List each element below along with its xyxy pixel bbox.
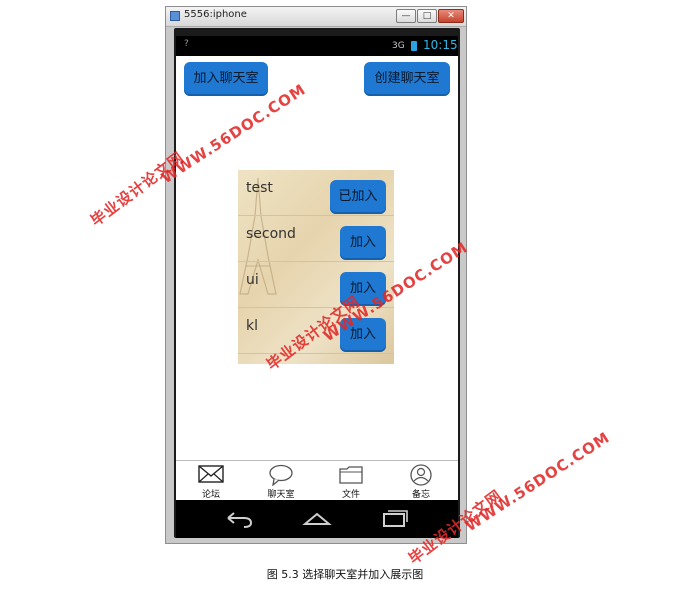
close-button[interactable]: ✕ xyxy=(438,9,464,23)
battery-icon xyxy=(411,41,417,51)
tab-label: 备忘 xyxy=(411,490,430,500)
home-icon[interactable] xyxy=(302,506,332,530)
status-bar: ? 3G 10:15 xyxy=(176,36,458,56)
status-time: 10:15 xyxy=(423,38,458,52)
minimize-button[interactable]: — xyxy=(396,9,416,23)
chatroom-name: kl xyxy=(246,318,258,334)
chatroom-name: second xyxy=(246,226,296,242)
chatroom-name: ui xyxy=(246,272,259,288)
app-icon xyxy=(170,11,180,21)
figure-caption: 图 5.3 选择聊天室并加入展示图 xyxy=(266,568,424,581)
list-item[interactable] xyxy=(238,354,394,364)
tab-label: 聊天室 xyxy=(267,490,295,500)
tab-chatroom[interactable]: 聊天室 xyxy=(246,461,316,501)
tab-memo[interactable]: 备忘 xyxy=(386,461,456,501)
recent-apps-icon[interactable] xyxy=(380,506,410,530)
signal-icon: 3G xyxy=(392,41,405,51)
user-circle-icon xyxy=(410,464,432,486)
tab-files[interactable]: 文件 xyxy=(316,461,386,501)
join-chatroom-button[interactable]: 加入聊天室 xyxy=(184,62,268,96)
join-button[interactable]: 加入 xyxy=(340,226,386,260)
chatroom-name: test xyxy=(246,180,273,196)
speech-bubble-icon xyxy=(269,464,293,486)
watermark-url: WWW.56DOC.COM xyxy=(462,428,614,536)
sim-indicator: ? xyxy=(184,39,189,49)
window-titlebar[interactable]: 5556:iphone — □ ✕ xyxy=(166,7,466,27)
tab-label: 文件 xyxy=(341,490,360,500)
bottom-tab-bar: 论坛 聊天室 文件 备忘 xyxy=(176,460,458,500)
tab-label: 论坛 xyxy=(201,490,220,500)
tab-forum[interactable]: 论坛 xyxy=(176,461,246,501)
window-title: 5556:iphone xyxy=(184,9,247,20)
folder-icon xyxy=(339,466,363,484)
navigation-bar xyxy=(176,500,458,538)
maximize-button[interactable]: □ xyxy=(417,9,437,23)
list-item[interactable]: test 已加入 xyxy=(238,170,394,216)
list-item[interactable]: second 加入 xyxy=(238,216,394,262)
back-arrow-icon[interactable] xyxy=(224,506,254,530)
create-chatroom-button[interactable]: 创建聊天室 xyxy=(364,62,450,96)
joined-button[interactable]: 已加入 xyxy=(330,180,386,214)
mail-icon xyxy=(198,465,224,483)
